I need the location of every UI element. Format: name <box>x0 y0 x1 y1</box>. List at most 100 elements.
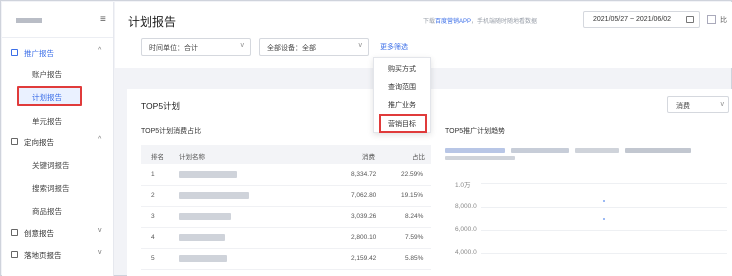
app-download-link[interactable]: 百度营销APP <box>435 19 471 25</box>
plan-name-redacted <box>179 255 227 262</box>
chevron-down-icon: v <box>358 42 363 49</box>
sidebar-item-label: 搜索词报告 <box>32 184 70 193</box>
app-frame: ≡ 推广报告 ^ 账户报告 计划报告 单元报告 定向报告 ^ 关键词报告 搜索词… <box>0 0 732 276</box>
nav-group-landing-page-report[interactable]: 落地页报告 v <box>2 245 114 265</box>
date-range-picker[interactable]: 2021/05/27 ~ 2021/06/02 <box>583 11 700 28</box>
menu-item-label: 查询范围 <box>388 84 416 91</box>
y-tick-label: 4,000.0 <box>455 249 477 256</box>
pct-cell: 8.24% <box>405 213 424 220</box>
highlighted-option-box <box>379 114 427 133</box>
nav-group-targeting-report[interactable]: 定向报告 ^ <box>2 132 114 152</box>
chevron-down-icon: v <box>98 249 102 256</box>
sidebar-item-label: 计划报告 <box>32 93 62 102</box>
sidebar-item-account-report[interactable]: 账户报告 <box>2 64 114 84</box>
time-unit-select[interactable]: 时间单位：合计 v <box>141 38 251 56</box>
sidebar-item-unit-report[interactable]: 单元报告 <box>2 111 114 131</box>
time-unit-value: 时间单位：合计 <box>149 45 198 52</box>
chevron-up-icon: ^ <box>98 136 102 143</box>
rank-cell: 3 <box>151 213 155 220</box>
table-title: TOP5计划消费占比 <box>141 128 202 135</box>
logo <box>16 18 42 23</box>
date-range-value: 2021/05/27 ~ 2021/06/02 <box>593 16 672 23</box>
sidebar-item-label: 单元报告 <box>32 117 62 126</box>
sidebar-item-search-term-report[interactable]: 搜索词报告 <box>2 178 114 198</box>
sidebar-item-label: 账户报告 <box>32 70 62 79</box>
menu-item-purchase-method[interactable]: 购买方式 <box>374 60 430 77</box>
creative-icon <box>11 229 18 236</box>
grid-line <box>481 253 727 254</box>
rank-cell: 2 <box>151 192 155 199</box>
data-point <box>603 218 605 220</box>
more-filters-link[interactable]: 更多筛选 <box>380 42 408 52</box>
legend-item-redacted <box>625 148 691 153</box>
sidebar-item-label: 商品报告 <box>32 207 62 216</box>
spend-cell: 2,800.10 <box>351 234 377 241</box>
sidebar: ≡ 推广报告 ^ 账户报告 计划报告 单元报告 定向报告 ^ 关键词报告 搜索词… <box>2 2 114 276</box>
sidebar-item-keyword-report[interactable]: 关键词报告 <box>2 155 114 175</box>
menu-item-label: 推广业务 <box>388 102 416 109</box>
spend-cell: 2,159.42 <box>351 255 377 262</box>
metric-value: 消费 <box>676 103 690 110</box>
sidebar-item-plan-report[interactable]: 计划报告 <box>2 87 114 107</box>
more-filters-menu: 购买方式 查询范围 推广业务 营销目标 <box>373 57 431 133</box>
table-row[interactable]: 5 2,159.42 5.85% <box>141 249 431 270</box>
app-download-hint: 下载百度营销APP，手机端随时随地看数据 <box>423 16 537 25</box>
table-row[interactable]: 2 7,062.80 19.15% <box>141 186 431 207</box>
plan-name-redacted <box>179 213 231 220</box>
grid-line <box>481 207 727 208</box>
pct-cell: 5.85% <box>405 255 424 262</box>
pct-cell: 7.59% <box>405 234 424 241</box>
data-point <box>603 200 605 202</box>
chart-icon <box>11 49 18 56</box>
target-icon <box>11 138 18 145</box>
table-header: 排名 计划名称 消费 占比 <box>141 145 431 164</box>
pct-cell: 22.59% <box>401 171 424 178</box>
plan-name-redacted <box>179 234 225 241</box>
column-header: 占比 <box>412 154 425 161</box>
column-header: 排名 <box>151 154 164 161</box>
nav-group-promotion-report[interactable]: 推广报告 ^ <box>2 43 114 63</box>
grid-line <box>481 230 727 231</box>
nav-group-label: 定向报告 <box>24 138 54 147</box>
plan-name-redacted <box>179 192 249 199</box>
nav-group-label: 落地页报告 <box>24 251 62 260</box>
hint-prefix: 下载 <box>423 19 436 25</box>
rank-cell: 4 <box>151 234 155 241</box>
compare-checkbox[interactable] <box>707 15 716 24</box>
spend-cell: 8,334.72 <box>351 171 377 178</box>
page-title: 计划报告 <box>128 15 177 29</box>
device-select[interactable]: 全部设备：全部 v <box>259 38 369 56</box>
nav-group-creative-report[interactable]: 创意报告 v <box>2 223 114 243</box>
chevron-down-icon: v <box>720 101 725 108</box>
spend-cell: 3,039.26 <box>351 213 377 220</box>
chevron-down-icon: v <box>240 42 245 49</box>
nav-group-label: 推广报告 <box>24 49 54 58</box>
pct-cell: 19.15% <box>401 192 424 199</box>
y-tick-label: 1.0万 <box>455 182 471 189</box>
legend-item-redacted <box>445 148 505 153</box>
y-tick-label: 6,000.0 <box>455 226 477 233</box>
menu-item-query-scope[interactable]: 查询范围 <box>374 78 430 95</box>
menu-collapse-icon[interactable]: ≡ <box>100 14 106 25</box>
sidebar-item-product-report[interactable]: 商品报告 <box>2 201 114 221</box>
nav-group-label: 创意报告 <box>24 229 54 238</box>
y-tick-label: 8,000.0 <box>455 203 477 210</box>
legend-item-redacted <box>575 148 619 153</box>
table-row[interactable]: 3 3,039.26 8.24% <box>141 207 431 228</box>
device-value: 全部设备：全部 <box>267 45 316 52</box>
sidebar-header: ≡ <box>2 2 113 38</box>
metric-select[interactable]: 消费 v <box>667 96 729 113</box>
page-icon <box>11 251 18 258</box>
rank-cell: 1 <box>151 171 155 178</box>
spend-cell: 7,062.80 <box>351 192 377 199</box>
rank-cell: 5 <box>151 255 155 262</box>
menu-item-label: 购买方式 <box>388 66 416 73</box>
legend-item-redacted <box>445 156 515 160</box>
table-row[interactable]: 1 8,334.72 22.59% <box>141 165 431 186</box>
plan-name-redacted <box>179 171 237 178</box>
calendar-icon <box>686 16 694 23</box>
menu-item-promotion-business[interactable]: 推广业务 <box>374 96 430 113</box>
column-header: 计划名称 <box>179 154 205 161</box>
hint-suffix: ，手机端随时随地看数据 <box>471 19 538 25</box>
table-row[interactable]: 4 2,800.10 7.59% <box>141 228 431 249</box>
